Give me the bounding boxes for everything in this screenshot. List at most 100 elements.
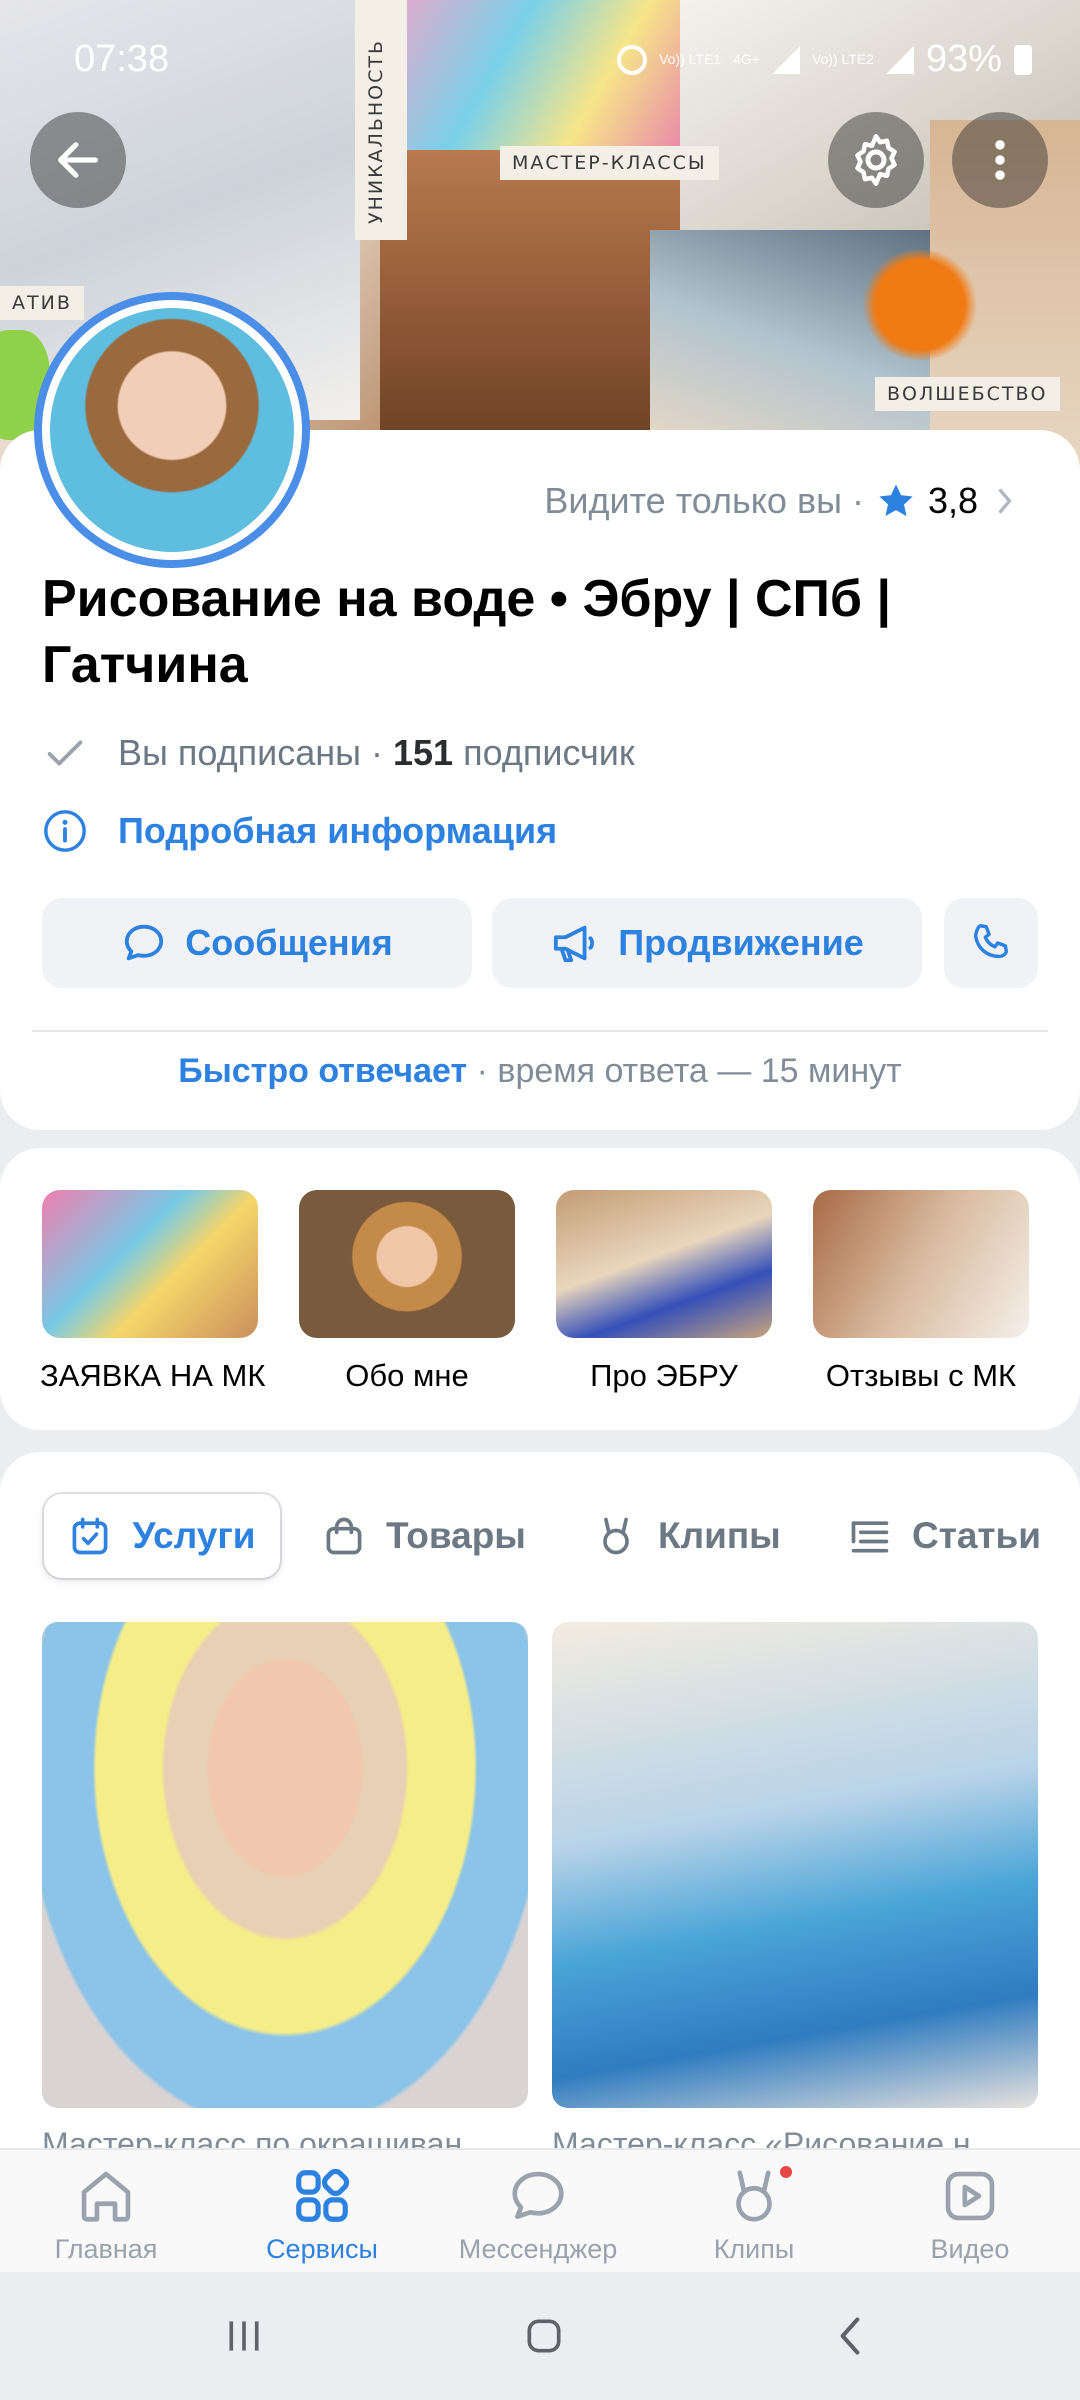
network-type-label: 4G+ [733, 51, 760, 67]
shortcut-label: Обо мне [345, 1358, 469, 1393]
visibility-text: Видите только вы · [544, 480, 864, 521]
community-title: Рисование на воде • Эбру | СПб | Гатчина [42, 570, 892, 694]
nav-home-label: Главная [54, 2234, 158, 2264]
details-link[interactable]: Подробная информация [42, 808, 557, 854]
cover-label-master-classes: МАСТЕР-КЛАССЫ [500, 146, 719, 180]
recents-icon [229, 2321, 259, 2351]
shortcut-thumbnail [42, 1190, 258, 1338]
home-icon [81, 2171, 131, 2222]
battery-percent: 93% [925, 38, 1002, 80]
tab-articles[interactable]: Статьи [848, 1494, 1041, 1578]
more-vertical-icon [995, 140, 1005, 180]
product-image [552, 1622, 1038, 2108]
cover-photo-teacher [380, 150, 680, 450]
system-back-button[interactable] [820, 2310, 880, 2362]
divider [32, 1030, 1048, 1032]
message-bubble-icon [512, 2171, 564, 2219]
subscribers-word: подписчик [463, 732, 635, 773]
nav-clips[interactable]: Клипы [654, 2164, 854, 2265]
subscription-row[interactable]: Вы подписаны · 151 подписчик [42, 730, 635, 776]
tab-clips[interactable]: Клипы [594, 1494, 781, 1578]
settings-button[interactable] [828, 112, 924, 208]
product-card[interactable]: Мастер-класс по окрашиван [42, 1622, 528, 2163]
article-lines-icon [851, 1521, 889, 1553]
system-home-button[interactable] [514, 2310, 574, 2362]
info-icon [44, 810, 86, 852]
quick-reply-rest: · время ответа — 15 минут [476, 1052, 902, 1090]
rating-value: 3,8 [927, 480, 978, 521]
subscribers-count: 151 [393, 732, 454, 773]
tab-goods-label: Товары [386, 1515, 526, 1556]
shortcut-item[interactable]: Про ЭБРУ [554, 1190, 774, 1394]
calendar-check-icon [73, 1517, 108, 1555]
messages-button[interactable]: Сообщения [42, 898, 472, 988]
square-home-icon [527, 2319, 561, 2353]
bottom-navigation: Главная Сервисы Мессенджер Клипы Видео [0, 2148, 1080, 2272]
shortcut-thumbnail [299, 1190, 515, 1338]
call-button[interactable] [944, 898, 1038, 988]
tab-clips-label: Клипы [658, 1515, 781, 1556]
status-bar: 07:38 Vo)) LTE1 4G+ Vo)) LTE2 93% [0, 0, 1080, 120]
cover-label-creative: АТИВ [0, 286, 84, 320]
services-grid-icon [296, 2168, 350, 2222]
signal-icon [771, 45, 800, 74]
megaphone-icon [554, 925, 595, 963]
product-image [42, 1622, 528, 2108]
shortcut-thumbnail [813, 1190, 1029, 1338]
shortcut-item[interactable]: ЗАЯВКА НА МК [40, 1190, 266, 1394]
promotion-label: Продвижение [618, 922, 864, 963]
more-button[interactable] [952, 112, 1048, 208]
alarm-icon [617, 44, 648, 75]
response-time-info: Быстро отвечает · время ответа — 15 мину… [0, 1052, 1080, 1091]
nav-messenger-label: Мессенджер [458, 2234, 618, 2264]
notification-badge [778, 2164, 794, 2180]
details-link-label: Подробная информация [118, 810, 558, 851]
product-card[interactable]: Мастер-класс «Рисование н [552, 1622, 1038, 2163]
cover-label-magic: ВОЛШЕБСТВО [875, 377, 1060, 411]
shortcut-label: Отзывы с МК [825, 1358, 1017, 1393]
network1-label: Vo)) LTE1 [659, 51, 722, 67]
quick-reply-accent: Быстро отвечает [178, 1052, 468, 1090]
tab-services[interactable]: Услуги [44, 1494, 280, 1578]
tab-articles-label: Статьи [912, 1515, 1042, 1556]
chevron-left-icon [840, 2317, 860, 2355]
nav-video-label: Видео [930, 2234, 1010, 2264]
avatar-photo [50, 308, 294, 552]
clips-icon [736, 2170, 772, 2222]
community-page: МАСТЕР-КЛАССЫ УНИКАЛЬНОСТЬ ВОЛШЕБСТВО АТ… [0, 0, 1080, 2400]
visibility-rating-row[interactable]: Видите только вы · 3,8 [544, 480, 1020, 522]
phone-icon [973, 924, 1009, 959]
tab-goods[interactable]: Товары [322, 1494, 526, 1578]
tab-services-label: Услуги [132, 1515, 256, 1556]
system-navigation-bar [0, 2272, 1080, 2400]
nav-messenger[interactable]: Мессенджер [438, 2164, 638, 2265]
video-play-icon [945, 2171, 995, 2221]
shortcut-label: ЗАЯВКА НА МК [40, 1358, 266, 1393]
network2-label: Vo)) LTE2 [811, 51, 874, 67]
orange-splash-decoration [860, 250, 980, 360]
arrow-left-icon [58, 142, 98, 178]
shortcut-item[interactable]: Обо мне [297, 1190, 517, 1394]
chevron-right-icon [998, 488, 1012, 514]
subscribed-text: Вы подписаны · [118, 732, 383, 773]
clips-icon [603, 1517, 629, 1555]
battery-icon [1014, 44, 1032, 75]
signal-icon [885, 45, 914, 74]
shortcut-label: Про ЭБРУ [590, 1358, 738, 1393]
promotion-button[interactable]: Продвижение [492, 898, 922, 988]
message-bubble-icon [125, 924, 164, 961]
gear-icon [855, 134, 897, 186]
shortcuts-card: ЗАЯВКА НА МК Обо мне Про ЭБРУ Отзывы с М… [0, 1148, 1080, 1430]
nav-video[interactable]: Видео [870, 2164, 1070, 2265]
star-icon [879, 484, 913, 517]
recent-apps-button[interactable] [214, 2310, 274, 2362]
back-button[interactable] [30, 112, 126, 208]
nav-services-label: Сервисы [266, 2234, 378, 2264]
nav-home[interactable]: Главная [6, 2164, 206, 2265]
messages-label: Сообщения [185, 922, 393, 963]
check-icon [47, 740, 83, 766]
avatar[interactable] [34, 292, 310, 568]
shortcut-item[interactable]: Отзывы с МК [811, 1190, 1031, 1394]
nav-clips-label: Клипы [713, 2234, 795, 2264]
nav-services[interactable]: Сервисы [222, 2164, 422, 2265]
